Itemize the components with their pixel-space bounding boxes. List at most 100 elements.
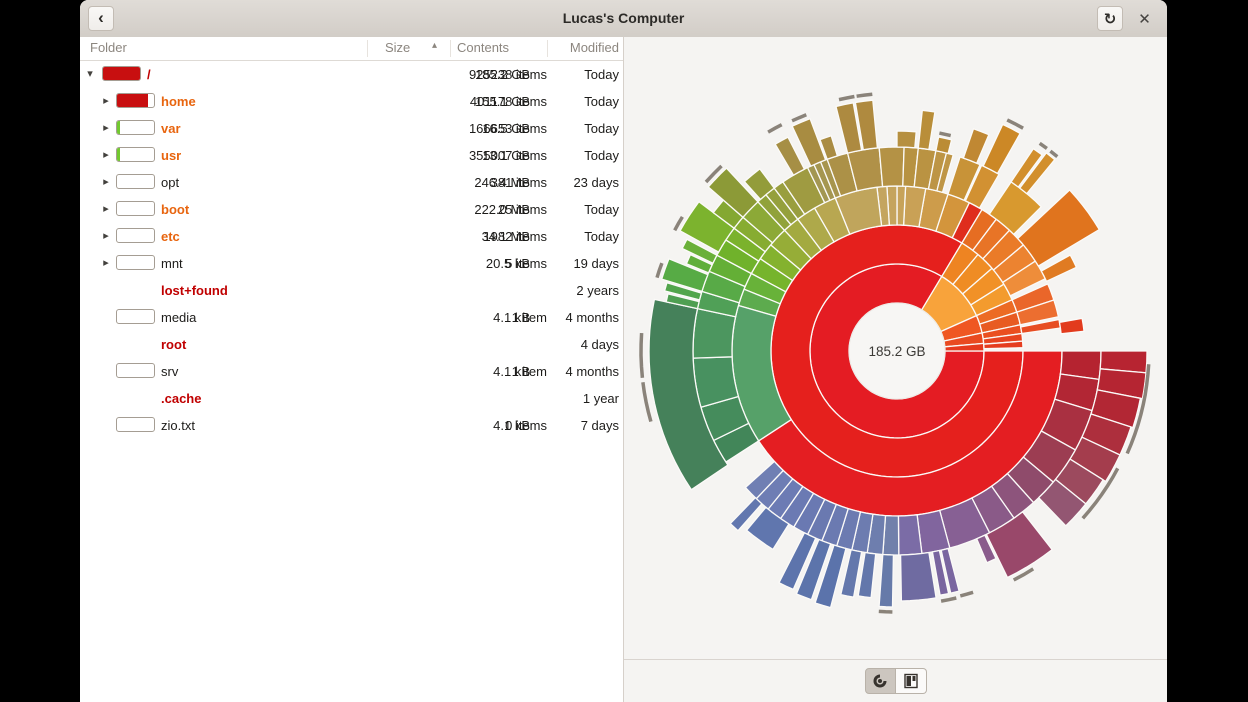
table-row[interactable]: ▸mnt20.5 kB5 items19 days — [80, 250, 623, 277]
folder-name: media — [161, 310, 196, 325]
chart-segment[interactable] — [897, 186, 906, 225]
table-row[interactable]: ▸opt246.4 MB381 items23 days — [80, 169, 623, 196]
more-contents-marker — [941, 598, 956, 601]
cell-modified: 2 years — [576, 283, 619, 298]
expander-down-icon[interactable]: ▾ — [84, 67, 96, 80]
usage-level-bar — [102, 66, 141, 81]
chart-segment[interactable] — [879, 147, 904, 187]
expander-right-icon[interactable]: ▸ — [100, 121, 112, 134]
cell-modified: Today — [584, 148, 619, 163]
cell-contents: 1 item — [467, 310, 547, 325]
usage-level-bar — [116, 309, 155, 324]
usage-level-fill — [117, 148, 120, 161]
table-row[interactable]: srv4.1 kB1 item4 months — [80, 358, 623, 385]
header-bar: ‹ Lucas's Computer ↻ ✕ — [80, 0, 1167, 38]
cell-contents: 0 items — [467, 418, 547, 433]
folder-name: boot — [161, 202, 189, 217]
expander-right-icon[interactable]: ▸ — [100, 94, 112, 107]
expander-right-icon[interactable]: ▸ — [100, 148, 112, 161]
chart-segment[interactable] — [879, 555, 893, 608]
chart-segment[interactable] — [918, 110, 935, 149]
more-contents-marker — [768, 125, 782, 132]
usage-level-bar — [116, 93, 155, 108]
chart-center-label: 185.2 GB — [868, 344, 925, 359]
column-header-folder[interactable]: Folder — [90, 40, 127, 55]
table-row[interactable]: ▸etc34.1 MB1982 itemsToday — [80, 223, 623, 250]
expander-right-icon[interactable]: ▸ — [100, 175, 112, 188]
table-row[interactable]: lost+found2 years — [80, 277, 623, 304]
cell-contents: 355007 items — [467, 148, 547, 163]
cell-contents: 381 items — [467, 175, 547, 190]
folder-tree-panel: Folder Size ▴ Contents Modified ▾/185.2 … — [80, 37, 623, 702]
cell-contents: 925238 items — [467, 67, 547, 82]
close-button[interactable]: ✕ — [1132, 6, 1157, 31]
table-row[interactable]: ▸var16.5 GB166653 itemsToday — [80, 115, 623, 142]
chart-segment[interactable] — [983, 124, 1020, 173]
chart-segment[interactable] — [693, 309, 736, 359]
refresh-icon: ↻ — [1104, 10, 1117, 28]
sort-ascending-icon: ▴ — [432, 40, 437, 51]
rings-chart[interactable]: 185.2 GB — [624, 37, 1167, 659]
column-header-modified[interactable]: Modified — [570, 40, 619, 55]
usage-level-bar — [116, 255, 155, 270]
cell-modified: 4 months — [566, 364, 619, 379]
more-contents-marker — [960, 592, 973, 596]
chart-segment[interactable] — [897, 131, 916, 148]
folder-name: .cache — [161, 391, 201, 406]
main-content: Folder Size ▴ Contents Modified ▾ / 185.2 … — [80, 37, 1167, 702]
cell-modified: Today — [584, 229, 619, 244]
treemap-chart-icon — [903, 673, 919, 689]
table-row[interactable]: root4 days — [80, 331, 623, 358]
more-contents-marker — [1007, 120, 1023, 128]
more-contents-marker — [641, 333, 642, 378]
more-contents-marker — [857, 94, 873, 96]
folder-name: / — [147, 67, 151, 82]
rings-chart-button[interactable] — [865, 668, 896, 694]
chart-segment[interactable] — [936, 137, 952, 154]
app-window: ‹ Lucas's Computer ↻ ✕ Folder Size ▴ Con… — [80, 0, 1167, 702]
usage-level-bar — [116, 363, 155, 378]
expander-right-icon[interactable]: ▸ — [100, 229, 112, 242]
folder-tree-rows: ▾/185.2 GB925238 itemsToday▸home155.1 GB… — [80, 61, 623, 439]
more-contents-marker — [792, 115, 806, 121]
folder-name: srv — [161, 364, 178, 379]
chart-segment[interactable] — [898, 515, 922, 555]
column-divider — [367, 40, 368, 57]
cell-modified: 19 days — [573, 256, 619, 271]
column-header-contents[interactable]: Contents — [457, 40, 509, 55]
usage-level-bar — [116, 201, 155, 216]
treemap-chart-button[interactable] — [896, 668, 927, 694]
table-row[interactable]: .cache1 year — [80, 385, 623, 412]
table-row[interactable]: ▾/185.2 GB925238 itemsToday — [80, 61, 623, 88]
more-contents-marker — [839, 97, 854, 100]
expander-right-icon[interactable]: ▸ — [100, 202, 112, 215]
usage-level-bar — [116, 417, 155, 432]
cell-contents: 401178 items — [467, 94, 547, 109]
more-contents-marker — [643, 382, 651, 421]
cell-modified: 4 months — [566, 310, 619, 325]
expander-right-icon[interactable]: ▸ — [100, 256, 112, 269]
cell-modified: Today — [584, 94, 619, 109]
rings-chart-panel: 185.2 GB — [623, 37, 1167, 702]
more-contents-marker — [879, 611, 893, 612]
table-row[interactable]: ▸boot222.0 MB25 itemsToday — [80, 196, 623, 223]
usage-level-bar — [116, 174, 155, 189]
table-row[interactable]: media4.1 kB1 item4 months — [80, 304, 623, 331]
chart-segment[interactable] — [901, 553, 937, 602]
table-row[interactable]: ▸home155.1 GB401178 itemsToday — [80, 88, 623, 115]
usage-level-bar — [116, 120, 155, 135]
more-contents-marker — [1040, 143, 1047, 148]
chart-segment[interactable] — [963, 129, 988, 163]
cell-modified: Today — [584, 202, 619, 217]
more-contents-marker — [657, 263, 662, 278]
table-row[interactable]: zio.txt4.1 kB0 items7 days — [80, 412, 623, 439]
column-header-size[interactable]: Size — [385, 40, 410, 55]
rings-chart-icon — [872, 673, 888, 689]
refresh-button[interactable]: ↻ — [1097, 6, 1123, 31]
chart-segment[interactable] — [1060, 318, 1085, 333]
usage-level-fill — [117, 94, 148, 107]
close-icon: ✕ — [1138, 10, 1151, 28]
folder-name: zio.txt — [161, 418, 195, 433]
table-row[interactable]: ▸usr13.1 GB355007 itemsToday — [80, 142, 623, 169]
cell-modified: 23 days — [573, 175, 619, 190]
